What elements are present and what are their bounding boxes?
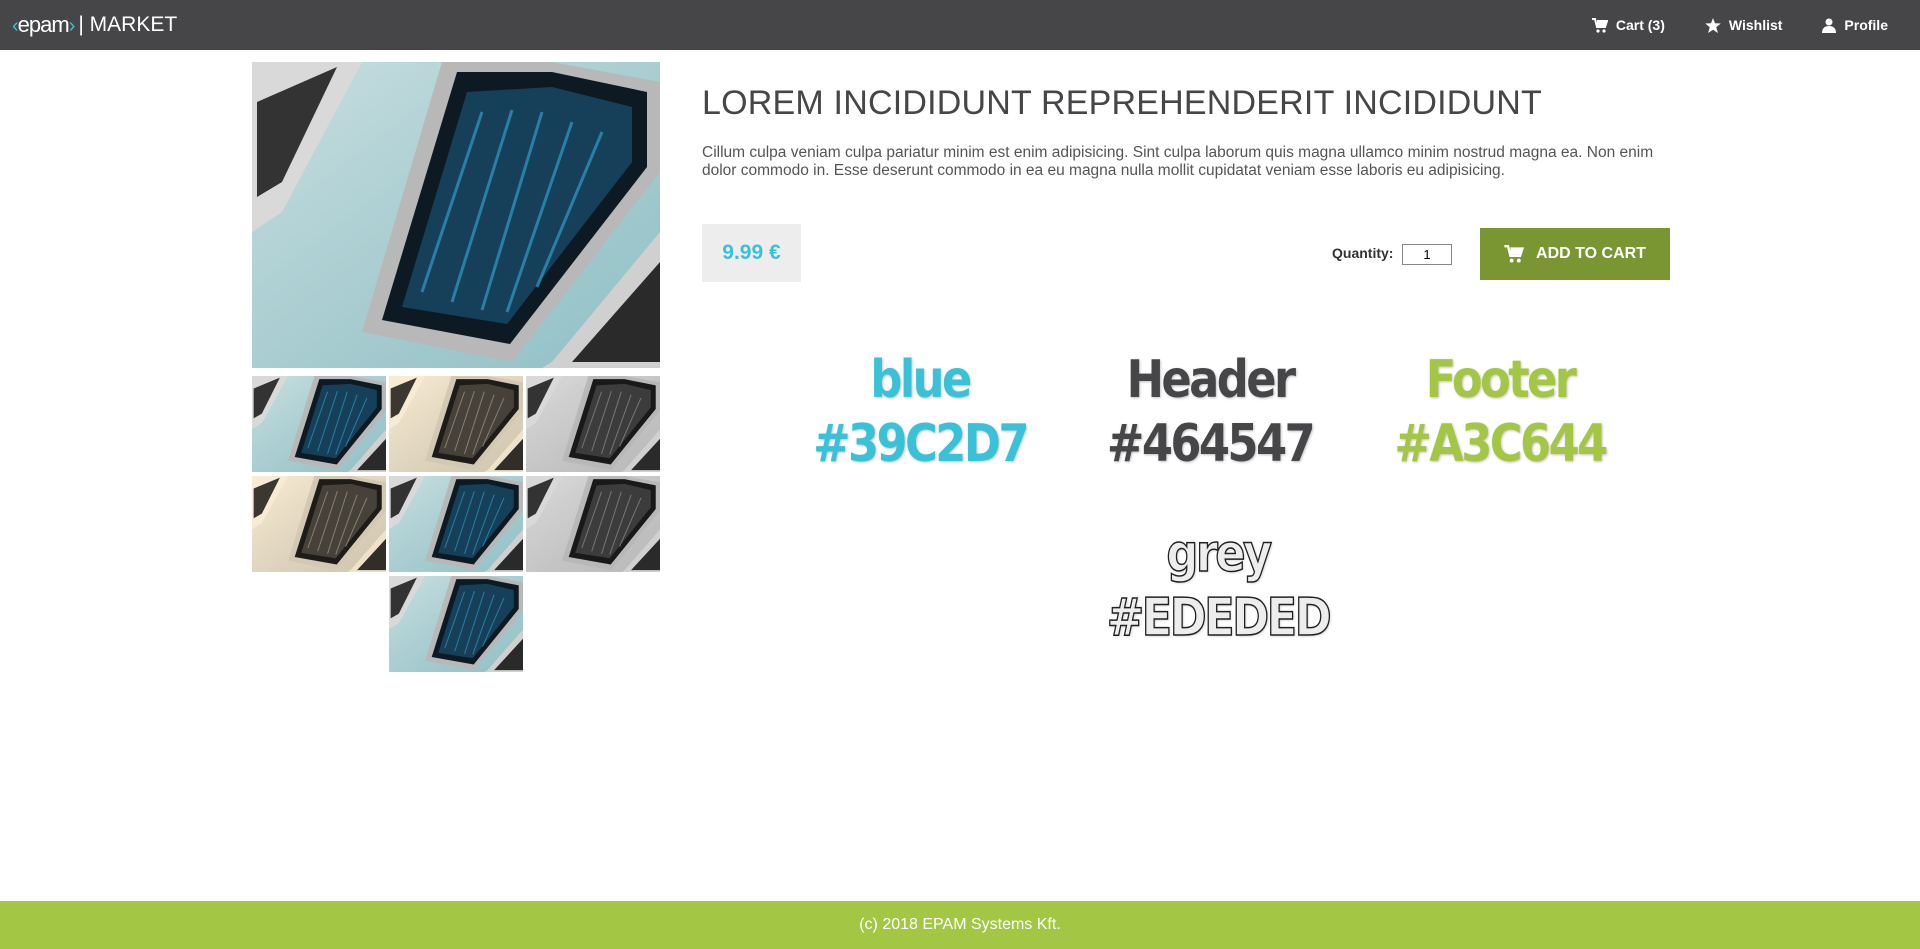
product-price: 9.99 € xyxy=(702,224,801,282)
cart-icon xyxy=(1591,17,1608,33)
quantity-label: Quantity: xyxy=(1332,245,1394,261)
swatch-grey-hex: #EDEDED xyxy=(1106,587,1332,649)
header-nav: Cart (3) Wishlist Profile xyxy=(1552,0,1888,50)
top-header: ‹epam› | MARKET Cart (3) Wishlist Profil… xyxy=(0,0,1920,50)
nav-profile-label: Profile xyxy=(1844,17,1888,33)
thumbnail-5[interactable] xyxy=(389,476,523,572)
product-title: LOREM INCIDIDUNT REPREHENDERIT INCIDIDUN… xyxy=(702,84,1543,122)
swatch-footer: Footer #A3C644 xyxy=(1371,348,1629,476)
swatch-header: Header #464547 xyxy=(1081,348,1339,476)
swatch-blue-name: blue xyxy=(870,350,972,410)
thumbnail-1[interactable] xyxy=(252,376,386,472)
swatch-blue-hex: #39C2D7 xyxy=(813,414,1029,474)
thumbnail-6[interactable] xyxy=(526,476,660,572)
brand[interactable]: ‹epam› | MARKET xyxy=(12,12,177,38)
brand-title: | MARKET xyxy=(78,13,178,36)
page-footer: (c) 2018 EPAM Systems Kft. xyxy=(0,901,1920,949)
swatch-header-hex: #464547 xyxy=(1106,414,1316,474)
swatch-blue: blue #39C2D7 xyxy=(791,348,1049,476)
thumbnail-4[interactable] xyxy=(252,476,386,572)
nav-cart[interactable]: Cart (3) xyxy=(1591,17,1665,33)
epam-logo[interactable]: ‹epam› xyxy=(12,12,75,38)
swatch-grey: grey #EDEDED xyxy=(1089,522,1347,650)
swatch-footer-name: Footer xyxy=(1425,350,1577,410)
cart-icon xyxy=(1504,245,1525,263)
thumbnail-2[interactable] xyxy=(389,376,523,472)
thumbnail-7[interactable] xyxy=(389,576,523,672)
add-to-cart-button[interactable]: ADD TO CART xyxy=(1480,228,1670,280)
nav-wishlist[interactable]: Wishlist xyxy=(1705,17,1783,33)
swatch-footer-hex: #A3C644 xyxy=(1394,414,1608,474)
user-icon xyxy=(1822,18,1837,33)
nav-profile[interactable]: Profile xyxy=(1822,17,1888,33)
quantity-input[interactable] xyxy=(1402,244,1452,265)
laptop-photo xyxy=(252,62,660,368)
swatch-header-name: Header xyxy=(1126,350,1296,410)
product-main-image[interactable] xyxy=(252,62,660,368)
footer-copyright: (c) 2018 EPAM Systems Kft. xyxy=(859,916,1061,933)
star-icon xyxy=(1705,17,1721,33)
thumbnail-3[interactable] xyxy=(526,376,660,472)
swatch-grey-name: grey xyxy=(1166,523,1273,585)
nav-cart-label: Cart (3) xyxy=(1615,17,1665,33)
nav-wishlist-label: Wishlist xyxy=(1728,17,1783,33)
add-to-cart-label: ADD TO CART xyxy=(1536,245,1646,262)
product-description: Cillum culpa veniam culpa pariatur minim… xyxy=(702,144,1654,179)
